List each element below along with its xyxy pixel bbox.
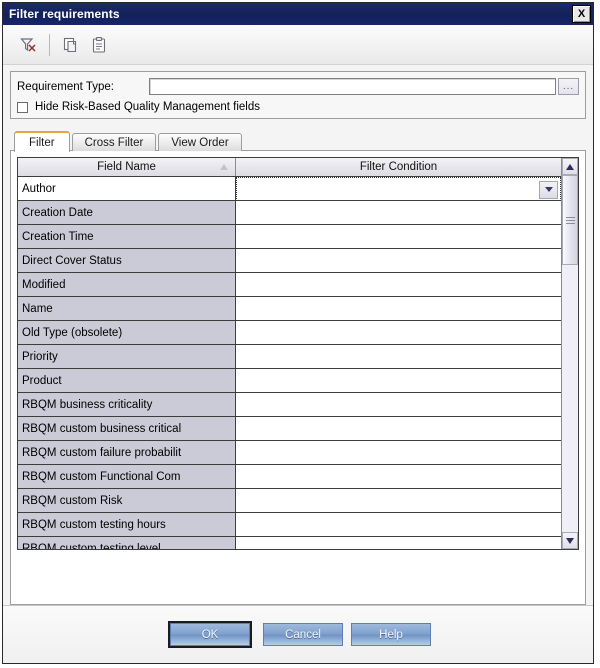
table-row[interactable]: Product bbox=[18, 369, 561, 393]
column-header-filter-condition-label: Filter Condition bbox=[359, 161, 438, 173]
cell-field-name[interactable]: Product bbox=[18, 369, 236, 393]
cell-filter-condition[interactable] bbox=[236, 489, 561, 513]
table-row[interactable]: RBQM custom Risk bbox=[18, 489, 561, 513]
cell-filter-condition[interactable] bbox=[236, 249, 561, 273]
cell-field-name[interactable]: Author bbox=[18, 177, 236, 201]
requirement-type-group: Requirement Type: ... Hide Risk-Based Qu… bbox=[10, 71, 586, 119]
filter-grid-main: Field Name Filter Condition Author Creat… bbox=[18, 158, 561, 549]
copy-icon[interactable] bbox=[58, 32, 84, 58]
cell-field-name[interactable]: RBQM custom Functional Com bbox=[18, 465, 236, 489]
sort-ascending-icon bbox=[220, 164, 228, 170]
chevron-down-icon[interactable] bbox=[539, 180, 558, 199]
hide-rbqm-checkbox[interactable] bbox=[17, 101, 28, 113]
cell-field-name[interactable]: Old Type (obsolete) bbox=[18, 321, 236, 345]
table-row[interactable]: RBQM custom testing hours bbox=[18, 513, 561, 537]
table-row[interactable]: Name bbox=[18, 297, 561, 321]
filter-grid-rows: Author Creation Date Creation Time Direc… bbox=[18, 177, 561, 549]
cell-filter-condition[interactable] bbox=[236, 369, 561, 393]
cell-filter-condition[interactable] bbox=[236, 441, 561, 465]
cell-filter-condition[interactable] bbox=[236, 417, 561, 441]
tab-filter[interactable]: Filter bbox=[14, 131, 70, 152]
cell-field-name[interactable]: RBQM custom failure probabilit bbox=[18, 441, 236, 465]
cell-filter-condition[interactable] bbox=[236, 513, 561, 537]
cell-field-name[interactable]: RBQM custom testing hours bbox=[18, 513, 236, 537]
table-row[interactable]: Old Type (obsolete) bbox=[18, 321, 561, 345]
table-row[interactable]: RBQM custom business critical bbox=[18, 417, 561, 441]
cell-field-name[interactable]: Creation Time bbox=[18, 225, 236, 249]
dialog-footer: OK Cancel Help bbox=[3, 605, 593, 663]
cell-field-name[interactable]: Creation Date bbox=[18, 201, 236, 225]
cell-field-name[interactable]: RBQM custom business critical bbox=[18, 417, 236, 441]
filter-grid: Field Name Filter Condition Author Creat… bbox=[17, 157, 579, 550]
table-row[interactable]: Creation Time bbox=[18, 225, 561, 249]
column-header-field-name-label: Field Name bbox=[97, 161, 156, 173]
cell-field-name[interactable]: RBQM custom testing level bbox=[18, 537, 236, 549]
scrollbar-grip-icon bbox=[565, 215, 575, 226]
filter-grid-header: Field Name Filter Condition bbox=[18, 158, 561, 177]
filter-tab-panel: Field Name Filter Condition Author Creat… bbox=[10, 150, 586, 605]
title-bar: Filter requirements X bbox=[3, 3, 593, 25]
table-row[interactable]: Modified bbox=[18, 273, 561, 297]
cell-filter-condition[interactable] bbox=[236, 345, 561, 369]
cell-filter-condition[interactable] bbox=[236, 225, 561, 249]
tab-cross-filter[interactable]: Cross Filter bbox=[71, 133, 157, 151]
tab-strip: Filter Cross Filter View Order bbox=[10, 129, 586, 152]
table-row[interactable]: RBQM custom failure probabilit bbox=[18, 441, 561, 465]
cell-field-name[interactable]: Direct Cover Status bbox=[18, 249, 236, 273]
column-header-field-name[interactable]: Field Name bbox=[18, 158, 236, 176]
paste-icon[interactable] bbox=[86, 32, 112, 58]
help-button[interactable]: Help bbox=[351, 623, 431, 646]
requirement-type-browse-button[interactable]: ... bbox=[558, 78, 579, 95]
panel-empty-space bbox=[17, 550, 579, 598]
requirement-type-input[interactable] bbox=[149, 78, 556, 95]
requirement-type-label: Requirement Type: bbox=[17, 80, 114, 93]
cell-filter-condition[interactable] bbox=[236, 177, 561, 201]
cell-field-name[interactable]: RBQM custom Risk bbox=[18, 489, 236, 513]
cell-filter-condition[interactable] bbox=[236, 537, 561, 549]
scrollbar-thumb[interactable] bbox=[562, 175, 578, 265]
cell-field-name[interactable]: RBQM business criticality bbox=[18, 393, 236, 417]
table-row[interactable]: RBQM business criticality bbox=[18, 393, 561, 417]
requirement-type-row: Requirement Type: ... bbox=[17, 78, 579, 95]
grid-vertical-scrollbar[interactable] bbox=[561, 158, 578, 549]
cell-filter-condition[interactable] bbox=[236, 321, 561, 345]
ok-button[interactable]: OK bbox=[168, 621, 252, 648]
toolbar bbox=[3, 25, 593, 65]
cell-field-name[interactable]: Name bbox=[18, 297, 236, 321]
scroll-up-icon[interactable] bbox=[562, 158, 578, 175]
cell-filter-condition[interactable] bbox=[236, 201, 561, 225]
table-row[interactable]: Priority bbox=[18, 345, 561, 369]
filter-condition-input[interactable] bbox=[237, 178, 539, 200]
dialog-content: Requirement Type: ... Hide Risk-Based Qu… bbox=[3, 65, 593, 605]
column-header-filter-condition[interactable]: Filter Condition bbox=[236, 158, 561, 176]
cell-filter-condition[interactable] bbox=[236, 465, 561, 489]
cell-filter-condition[interactable] bbox=[236, 273, 561, 297]
cell-field-name[interactable]: Modified bbox=[18, 273, 236, 297]
cell-field-name[interactable]: Priority bbox=[18, 345, 236, 369]
cell-filter-condition[interactable] bbox=[236, 393, 561, 417]
table-row[interactable]: RBQM custom Functional Com bbox=[18, 465, 561, 489]
table-row[interactable]: Creation Date bbox=[18, 201, 561, 225]
window-title: Filter requirements bbox=[9, 7, 120, 21]
table-row[interactable]: Direct Cover Status bbox=[18, 249, 561, 273]
tab-view-order[interactable]: View Order bbox=[158, 133, 242, 151]
scroll-down-icon[interactable] bbox=[562, 532, 578, 549]
hide-rbqm-label: Hide Risk-Based Quality Management field… bbox=[35, 101, 260, 113]
hide-rbqm-row: Hide Risk-Based Quality Management field… bbox=[17, 101, 579, 113]
clear-filter-icon[interactable] bbox=[15, 32, 41, 58]
scrollbar-track[interactable] bbox=[562, 175, 578, 532]
toolbar-separator bbox=[49, 33, 50, 56]
close-icon[interactable]: X bbox=[572, 5, 591, 23]
cell-filter-condition[interactable] bbox=[236, 297, 561, 321]
cancel-button[interactable]: Cancel bbox=[263, 623, 343, 646]
table-row[interactable]: RBQM custom testing level bbox=[18, 537, 561, 549]
table-row[interactable]: Author bbox=[18, 177, 561, 201]
filter-requirements-dialog: Filter requirements X Requirement Type: … bbox=[2, 2, 594, 664]
